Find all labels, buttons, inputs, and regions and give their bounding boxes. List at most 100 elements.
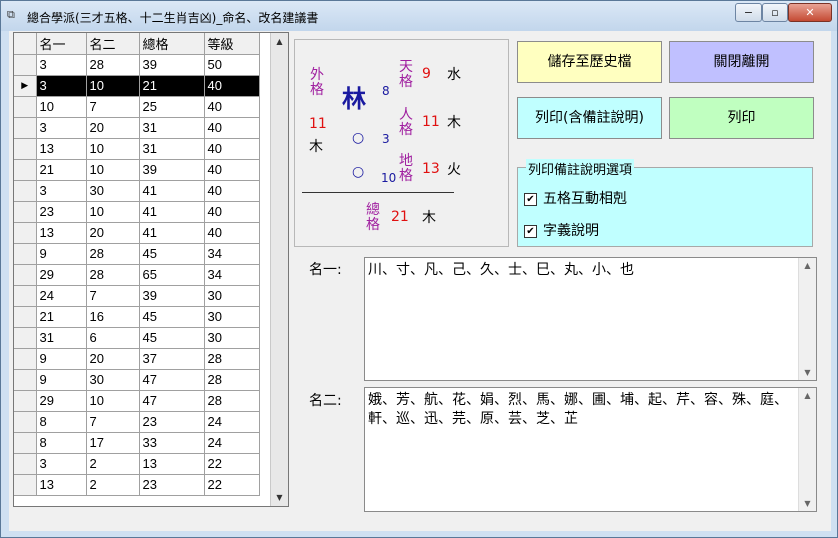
table-cell[interactable]: 7	[86, 285, 140, 307]
column-header-total[interactable]: 總格	[139, 33, 205, 55]
restore-button[interactable]: ▫	[762, 3, 788, 22]
table-cell[interactable]: 10	[86, 75, 140, 97]
table-cell[interactable]: 39	[139, 159, 205, 181]
table-cell[interactable]: 24	[36, 285, 87, 307]
table-cell[interactable]: 24	[204, 411, 260, 433]
results-grid[interactable]: 名一 名二 總格 等級 3 28 39 50 ▶ 3 10 21 40 10 7 25 40 3 20 31 4…	[13, 32, 289, 507]
title-bar[interactable]: ⧉ 總合學派(三才五格、十二生肖吉凶)_命名、改名建議書 − ▫ ✕	[1, 1, 837, 31]
table-cell[interactable]: 29	[36, 390, 87, 412]
row-indicator[interactable]	[14, 432, 37, 454]
table-cell[interactable]: 28	[204, 369, 260, 391]
table-cell[interactable]: 3	[36, 453, 87, 475]
table-cell[interactable]: 23	[139, 474, 205, 496]
table-cell[interactable]: 21	[36, 306, 87, 328]
row-indicator[interactable]	[14, 180, 37, 202]
table-cell[interactable]: 2	[86, 453, 140, 475]
column-header-name2[interactable]: 名二	[86, 33, 140, 55]
table-cell[interactable]: 25	[139, 96, 205, 118]
scroll-down-arrow-icon[interactable]: ▼	[799, 499, 816, 508]
table-row[interactable]: 29 10 47 28	[14, 390, 260, 412]
table-cell[interactable]: 21	[36, 159, 87, 181]
table-cell[interactable]: 10	[86, 138, 140, 160]
scroll-up-arrow-icon[interactable]: ▲	[799, 391, 816, 400]
row-pointer-icon[interactable]: ▶	[14, 75, 37, 97]
print-with-notes-button[interactable]: 列印(含備註說明)	[517, 97, 662, 139]
table-cell[interactable]: 33	[139, 432, 205, 454]
table-row[interactable]: ▶ 3 10 21 40	[14, 75, 260, 97]
table-cell[interactable]: 31	[139, 117, 205, 139]
table-cell[interactable]: 28	[86, 54, 140, 76]
table-cell[interactable]: 10	[36, 96, 87, 118]
row-indicator[interactable]	[14, 390, 37, 412]
table-cell[interactable]: 13	[36, 474, 87, 496]
table-cell[interactable]: 45	[139, 306, 205, 328]
table-cell[interactable]: 40	[204, 96, 260, 118]
table-cell[interactable]: 39	[139, 54, 205, 76]
scroll-down-arrow-icon[interactable]: ▼	[799, 368, 816, 377]
table-cell[interactable]: 8	[36, 411, 87, 433]
table-row[interactable]: 21 10 39 40	[14, 159, 260, 181]
column-header-grade[interactable]: 等級	[204, 33, 260, 55]
row-indicator[interactable]	[14, 243, 37, 265]
table-row[interactable]: 9 20 37 28	[14, 348, 260, 370]
row-indicator[interactable]	[14, 348, 37, 370]
row-indicator[interactable]	[14, 96, 37, 118]
table-cell[interactable]: 23	[139, 411, 205, 433]
table-cell[interactable]: 3	[36, 117, 87, 139]
table-cell[interactable]: 41	[139, 180, 205, 202]
table-cell[interactable]: 3	[36, 180, 87, 202]
close-leave-button[interactable]: 關閉離開	[669, 41, 814, 83]
row-indicator[interactable]	[14, 411, 37, 433]
row-indicator[interactable]	[14, 369, 37, 391]
table-cell[interactable]: 30	[204, 306, 260, 328]
row-indicator[interactable]	[14, 159, 37, 181]
row-indicator[interactable]	[14, 306, 37, 328]
table-cell[interactable]: 20	[86, 117, 140, 139]
table-cell[interactable]: 24	[204, 432, 260, 454]
row-indicator[interactable]	[14, 54, 37, 76]
close-button[interactable]: ✕	[788, 3, 832, 22]
table-cell[interactable]: 40	[204, 180, 260, 202]
table-cell[interactable]: 40	[204, 222, 260, 244]
table-cell[interactable]: 7	[86, 411, 140, 433]
table-cell[interactable]: 20	[86, 348, 140, 370]
table-cell[interactable]: 8	[36, 432, 87, 454]
print-button[interactable]: 列印	[669, 97, 814, 139]
table-cell[interactable]: 28	[86, 264, 140, 286]
row-indicator[interactable]	[14, 201, 37, 223]
table-row[interactable]: 9 30 47 28	[14, 369, 260, 391]
table-cell[interactable]: 30	[86, 369, 140, 391]
table-row[interactable]: 24 7 39 30	[14, 285, 260, 307]
table-cell[interactable]: 22	[204, 453, 260, 475]
table-cell[interactable]: 9	[36, 369, 87, 391]
row-indicator[interactable]	[14, 138, 37, 160]
table-cell[interactable]: 29	[36, 264, 87, 286]
table-cell[interactable]: 2	[86, 474, 140, 496]
table-cell[interactable]: 30	[204, 327, 260, 349]
table-cell[interactable]: 23	[36, 201, 87, 223]
table-cell[interactable]: 28	[204, 390, 260, 412]
table-cell[interactable]: 28	[204, 348, 260, 370]
table-cell[interactable]: 21	[139, 75, 205, 97]
table-cell[interactable]: 6	[86, 327, 140, 349]
checkbox-char-meaning[interactable]: ✔ 字義說明	[524, 220, 599, 240]
table-cell[interactable]: 41	[139, 222, 205, 244]
table-row[interactable]: 3 28 39 50	[14, 54, 260, 76]
table-cell[interactable]: 41	[139, 201, 205, 223]
table-row[interactable]: 21 16 45 30	[14, 306, 260, 328]
table-row[interactable]: 23 10 41 40	[14, 201, 260, 223]
name1-textbox[interactable]: 川、寸、凡、己、久、士、巳、丸、小、也 ▲ ▼	[364, 257, 817, 381]
table-cell[interactable]: 50	[204, 54, 260, 76]
table-cell[interactable]: 37	[139, 348, 205, 370]
grid-scrollbar[interactable]: ▲ ▼	[270, 33, 288, 506]
table-cell[interactable]: 10	[86, 159, 140, 181]
table-cell[interactable]: 65	[139, 264, 205, 286]
scroll-down-arrow-icon[interactable]: ▼	[271, 489, 288, 506]
table-row[interactable]: 3 30 41 40	[14, 180, 260, 202]
table-cell[interactable]: 40	[204, 75, 260, 97]
table-cell[interactable]: 40	[204, 201, 260, 223]
table-row[interactable]: 9 28 45 34	[14, 243, 260, 265]
table-cell[interactable]: 13	[139, 453, 205, 475]
table-cell[interactable]: 34	[204, 264, 260, 286]
table-cell[interactable]: 34	[204, 243, 260, 265]
